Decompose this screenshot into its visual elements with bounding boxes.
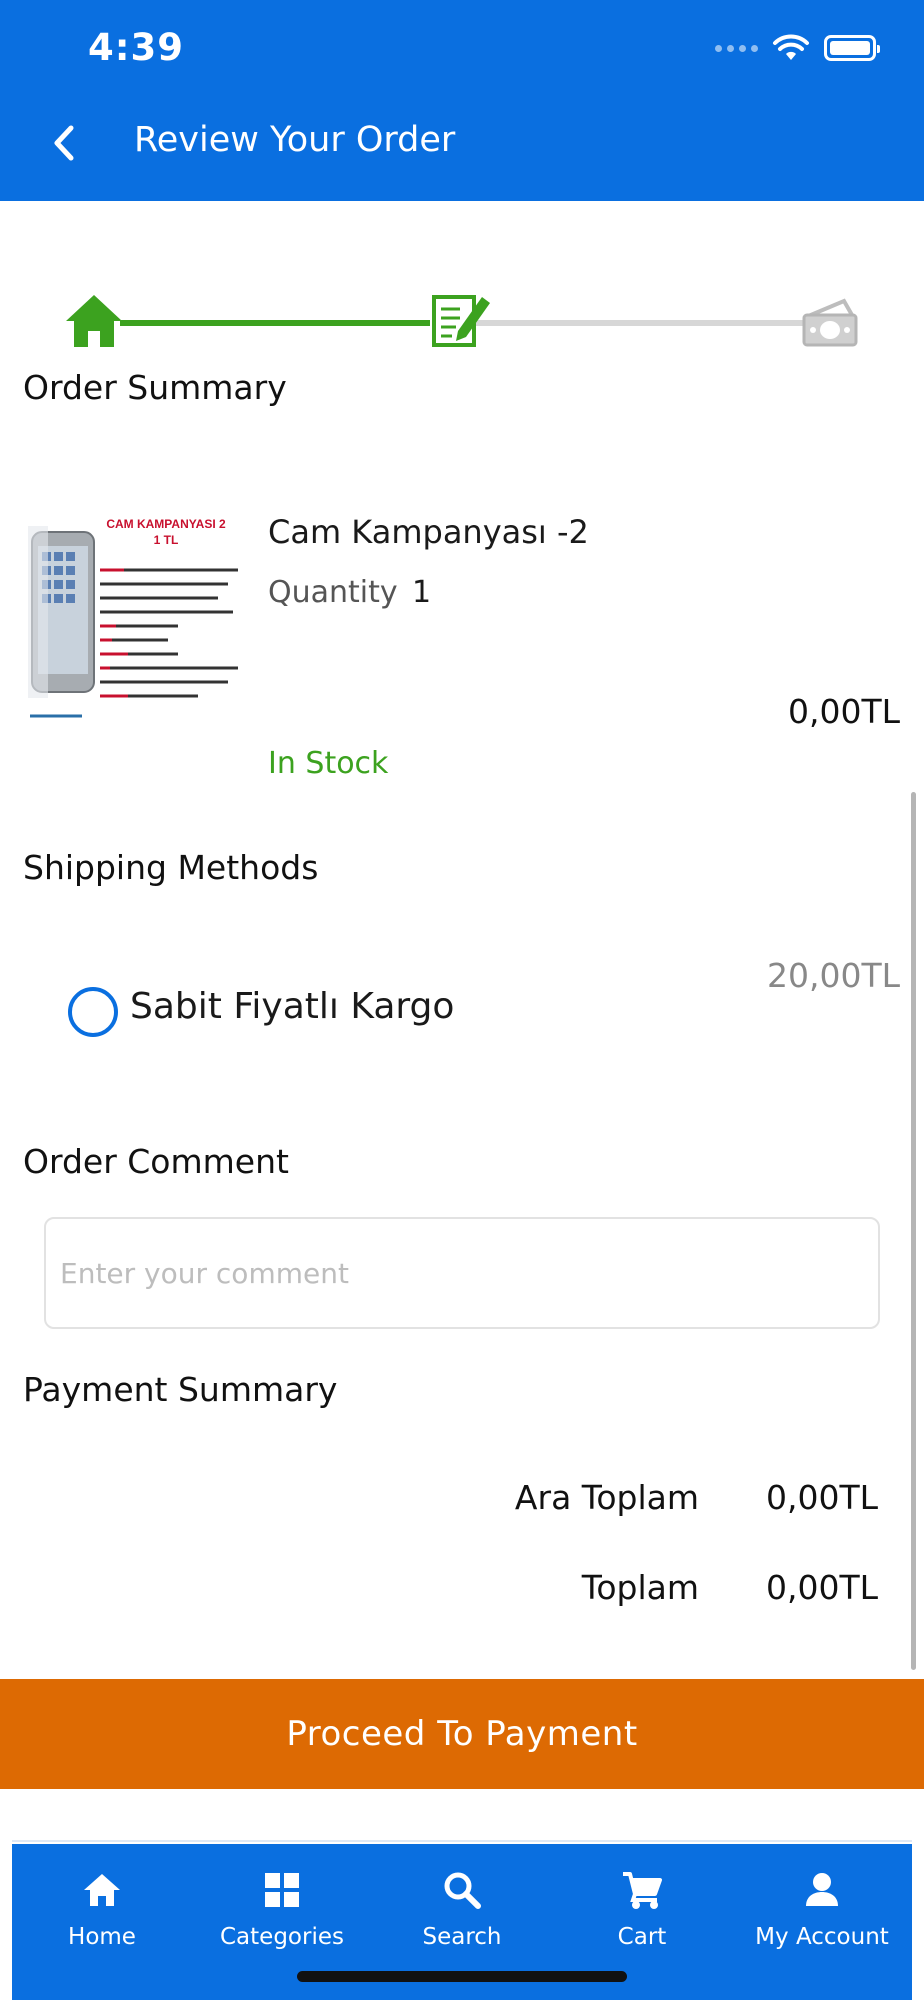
nav-label-cart: Cart xyxy=(617,1924,667,1950)
payment-summary-heading: Payment Summary xyxy=(23,1370,338,1409)
wifi-icon xyxy=(773,34,809,60)
home-step-icon xyxy=(66,295,122,347)
shipping-method-name[interactable]: Sabit Fiyatlı Kargo xyxy=(130,986,454,1027)
divider xyxy=(12,1840,912,1842)
stock-status: In Stock xyxy=(268,746,389,781)
review-step-icon xyxy=(432,295,490,347)
page-title: Review Your Order xyxy=(134,120,456,160)
search-icon xyxy=(444,1872,481,1909)
grid-icon xyxy=(265,1873,299,1907)
status-icons xyxy=(715,34,880,62)
product-name[interactable]: Cam Kampanyası -2 xyxy=(268,513,589,551)
total-value: 0,00TL xyxy=(765,1568,878,1607)
shipping-method-radio[interactable] xyxy=(68,987,118,1037)
nav-label-my-account: My Account xyxy=(755,1924,889,1950)
back-button[interactable] xyxy=(44,118,84,168)
scrollbar[interactable] xyxy=(911,792,916,1670)
nav-label-search: Search xyxy=(422,1924,502,1950)
nav-item-home[interactable]: Home xyxy=(12,1844,192,2000)
product-image[interactable]: CAM KAMPANYASI 2 1 TL xyxy=(28,512,246,722)
shipping-methods-heading: Shipping Methods xyxy=(23,848,319,887)
subtotal-value: 0,00TL xyxy=(765,1478,878,1517)
step-connector-pending xyxy=(470,320,810,326)
status-time: 4:39 xyxy=(88,26,185,69)
nav-label-categories: Categories xyxy=(220,1924,344,1950)
payment-step-icon xyxy=(802,298,858,347)
home-icon xyxy=(84,1874,120,1906)
total-label: Toplam xyxy=(581,1568,699,1607)
app-header: 4:39 Review Your Order xyxy=(0,0,924,201)
quantity-label: Quantity xyxy=(268,575,398,610)
nav-item-my-account[interactable]: My Account xyxy=(732,1844,912,2000)
home-indicator xyxy=(297,1971,627,1982)
order-comment-heading: Order Comment xyxy=(23,1142,289,1181)
subtotal-label: Ara Toplam xyxy=(514,1478,699,1517)
cellular-signal-icon xyxy=(715,44,758,52)
shipping-method-price: 20,00TL xyxy=(766,956,900,995)
order-comment-input[interactable] xyxy=(44,1217,880,1329)
nav-label-home: Home xyxy=(68,1924,136,1950)
battery-icon xyxy=(824,35,880,61)
product-price: 0,00TL xyxy=(787,692,900,731)
checkout-stepper xyxy=(0,201,924,371)
step-connector-complete xyxy=(120,320,430,326)
proceed-to-payment-button[interactable]: Proceed To Payment xyxy=(0,1679,924,1789)
order-summary-heading: Order Summary xyxy=(23,368,287,407)
quantity-value: 1 xyxy=(412,575,432,610)
chevron-left-icon xyxy=(54,125,74,161)
user-icon xyxy=(806,1873,838,1906)
svg-text:CAM KAMPANYASI 2: CAM KAMPANYASI 2 xyxy=(106,517,226,531)
svg-text:1 TL: 1 TL xyxy=(154,533,179,547)
cart-icon xyxy=(623,1872,662,1909)
